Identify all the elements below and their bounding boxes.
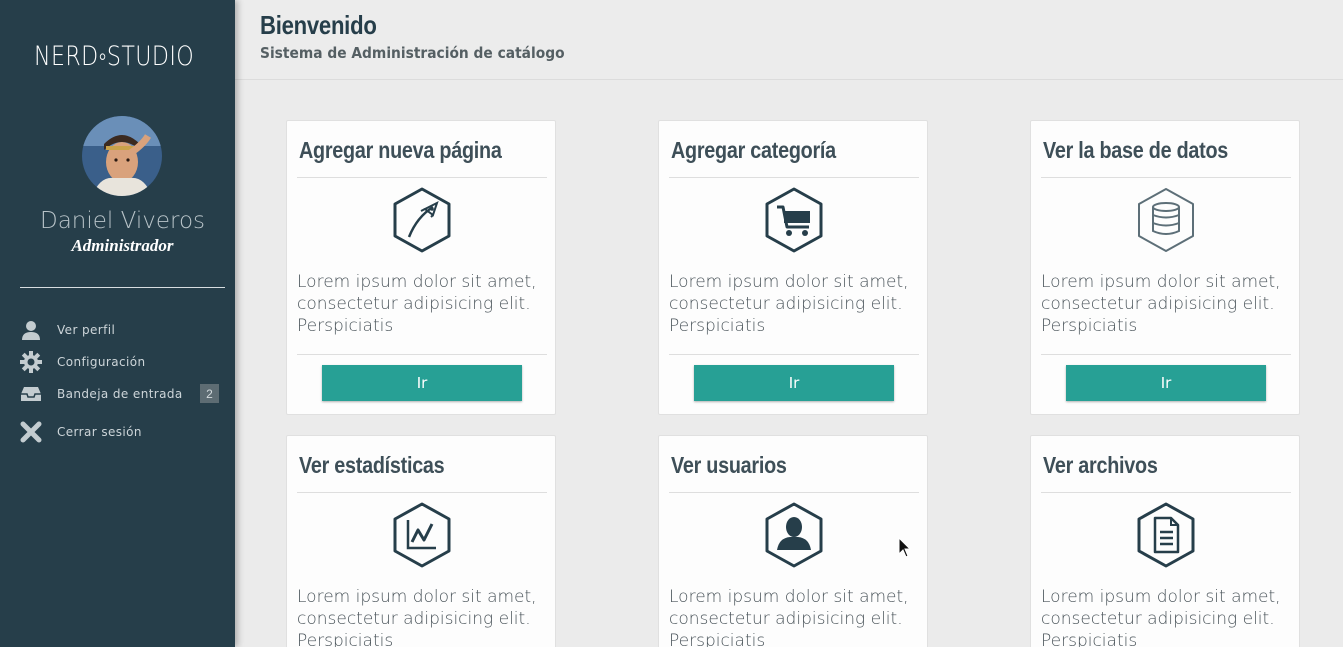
mouse-cursor-icon: [898, 537, 912, 558]
card-divider: [669, 354, 919, 355]
card-title: Ver la base de datos: [1043, 137, 1229, 163]
page-title: Bienvenido: [260, 10, 377, 40]
sidebar-item-label: Cerrar sesión: [57, 425, 142, 439]
sidebar-divider: [20, 287, 225, 288]
card-agregar-pagina: Agregar nueva página Lorem ipsum dolor s…: [286, 120, 556, 415]
cart-icon: [765, 187, 823, 253]
card-description: Lorem ipsum dolor sit amet, consectetur …: [297, 272, 537, 336]
card-divider: [1041, 354, 1291, 355]
gear-icon: [20, 351, 42, 373]
sidebar-item-ver-perfil[interactable]: Ver perfil: [20, 314, 220, 346]
card-ver-base-datos: Ver la base de datos Lorem ipsum dolor s…: [1030, 120, 1300, 415]
user-name: Daniel Viveros: [39, 208, 205, 234]
card-title: Ver archivos: [1043, 452, 1158, 478]
inbox-icon: [20, 383, 42, 405]
card-ver-archivos: Ver archivos Lorem ipsum dolor sit amet,…: [1030, 435, 1300, 647]
card-divider: [669, 492, 919, 493]
card-description: Lorem ipsum dolor sit amet, consectetur …: [297, 587, 537, 647]
card-ver-usuarios: Ver usuarios Lorem ipsum dolor sit amet,…: [658, 435, 928, 647]
inbox-count-badge: 2: [200, 384, 219, 403]
sidebar-item-label: Ver perfil: [57, 323, 116, 337]
document-icon: [1137, 502, 1195, 568]
card-description: Lorem ipsum dolor sit amet, consectetur …: [1041, 272, 1281, 336]
user-icon: [765, 502, 823, 568]
sidebar-item-configuracion[interactable]: Configuración: [20, 346, 220, 378]
card-description: Lorem ipsum dolor sit amet, consectetur …: [669, 587, 909, 647]
card-divider: [297, 492, 547, 493]
card-divider: [1041, 492, 1291, 493]
sidebar-item-label: Configuración: [57, 355, 146, 369]
sidebar-menu: Ver perfil Configuración Bandeja de entr…: [20, 314, 220, 449]
sidebar-item-label: Bandeja de entrada: [57, 387, 183, 401]
card-title: Ver estadísticas: [299, 452, 445, 478]
card-ver-estadisticas: Ver estadísticas Lorem ipsum dolor sit a…: [286, 435, 556, 647]
page-subtitle: Sistema de Administración de catálogo: [260, 44, 565, 62]
logo[interactable]: NERD◦STUDIO: [34, 24, 214, 88]
card-divider: [297, 354, 547, 355]
card-title: Agregar nueva página: [299, 137, 502, 163]
card-description: Lorem ipsum dolor sit amet, consectetur …: [1041, 587, 1281, 647]
card-title: Ver usuarios: [671, 452, 787, 478]
sidebar: NERD◦STUDIO Daniel Viveros Administrador…: [0, 0, 235, 647]
sidebar-item-bandeja[interactable]: Bandeja de entrada 2: [20, 378, 220, 410]
go-button[interactable]: Ir: [322, 365, 522, 401]
close-icon: [20, 421, 42, 443]
card-title: Agregar categoría: [671, 137, 836, 163]
user-role: Administrador: [71, 236, 174, 255]
card-divider: [297, 177, 547, 178]
card-description: Lorem ipsum dolor sit amet, consectetur …: [669, 272, 909, 336]
chart-icon: [393, 502, 451, 568]
card-divider: [669, 177, 919, 178]
card-agregar-categoria: Agregar categoría Lorem ipsum dolor sit …: [658, 120, 928, 415]
go-button[interactable]: Ir: [694, 365, 894, 401]
avatar[interactable]: [82, 116, 162, 196]
user-icon: [20, 319, 42, 341]
database-icon: [1138, 188, 1194, 252]
rocket-icon: [393, 187, 451, 253]
go-button[interactable]: Ir: [1066, 365, 1266, 401]
logo-text: NERD◦STUDIO: [34, 40, 195, 72]
sidebar-item-cerrar-sesion[interactable]: Cerrar sesión: [20, 415, 220, 449]
page-header: Bienvenido Sistema de Administración de …: [235, 0, 1343, 80]
card-divider: [1041, 177, 1291, 178]
